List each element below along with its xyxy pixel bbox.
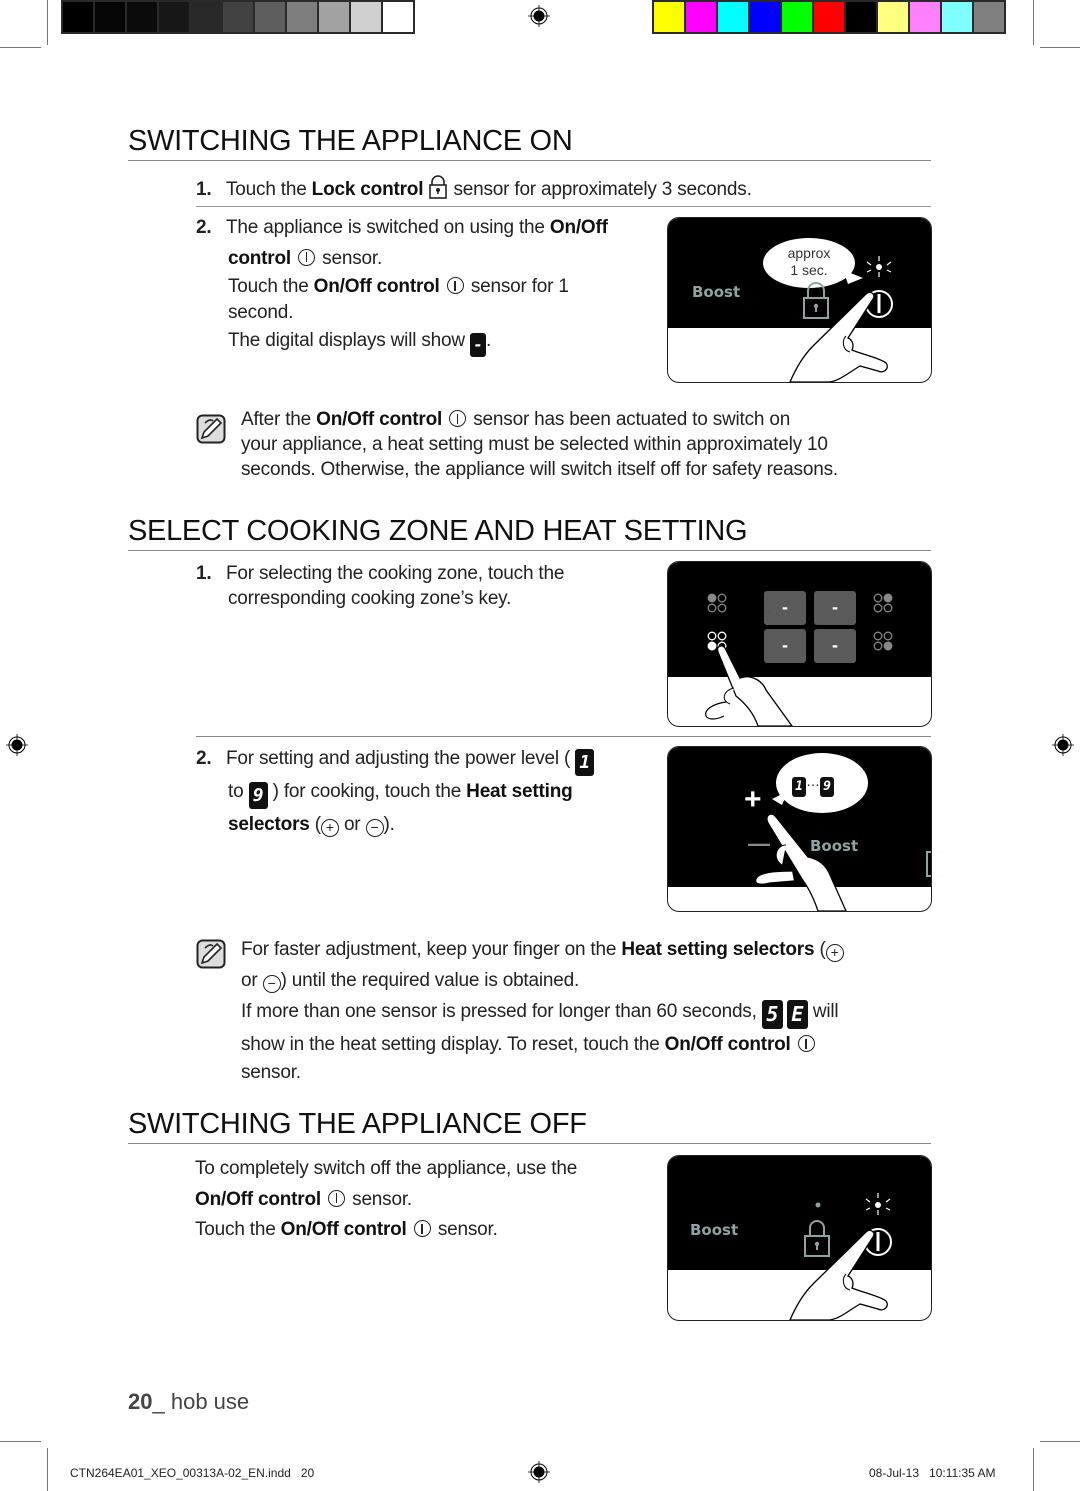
grayscale-swatch: [319, 2, 349, 32]
step-2-onoff: 2. The appliance is switched on using the…: [196, 213, 656, 357]
hand-touch-power-icon: [789, 256, 893, 382]
lock-icon: [429, 175, 448, 199]
power-icon: [449, 410, 467, 427]
grayscale-color-bar: [61, 0, 415, 34]
print-timestamp: 08-Jul-13 10:11:35 AM: [869, 1466, 996, 1480]
step-number: 1.: [196, 179, 212, 200]
note-timeout: After the On/Off control sensor has been…: [241, 409, 838, 480]
registration-mark-icon: [528, 1461, 550, 1483]
error-display-e: E: [786, 1000, 808, 1029]
section-title-select-zone: SELECT COOKING ZONE AND HEAT SETTING: [128, 514, 931, 551]
process-color-swatch: [686, 2, 716, 32]
error-display-s: 5: [761, 1000, 783, 1029]
minus-icon: −: [365, 819, 384, 837]
step-2-power-level: 2. For setting and adjusting the power le…: [196, 743, 636, 840]
minus-icon: −: [262, 975, 281, 993]
grayscale-swatch: [351, 2, 381, 32]
crop-mark: [0, 1441, 41, 1442]
grayscale-swatch: [191, 2, 221, 32]
section-title-switch-on: SWITCHING THE APPLIANCE ON: [128, 124, 931, 161]
page-number: 20: [128, 1389, 153, 1414]
process-color-swatch: [654, 2, 684, 32]
note-icon: [196, 414, 226, 444]
grayscale-swatch: [127, 2, 157, 32]
registration-mark-icon: [6, 734, 28, 756]
illustration-switch-off: Boost: [667, 1155, 932, 1321]
grayscale-swatch: [95, 2, 125, 32]
power-icon: [413, 1220, 431, 1237]
note-faster-adjustment: For faster adjustment, keep your finger …: [241, 934, 931, 1086]
process-color-bar: [652, 0, 1006, 34]
digital-display-dash: -: [469, 333, 486, 357]
process-color-swatch: [750, 2, 780, 32]
power-icon: [328, 1189, 346, 1207]
file-slug: CTN264EA01_XEO_00313A-02_EN.indd 20: [70, 1466, 315, 1480]
divider: [196, 206, 931, 207]
cooking-zone-key-icon: [707, 593, 727, 613]
cooking-zone-key-icon: [873, 631, 893, 651]
plus-icon: +: [320, 819, 339, 837]
illustration-heat-setting: 1… 9 + — Boost: [667, 746, 932, 912]
registration-mark-icon: [1052, 734, 1074, 756]
step-1-zone: 1. For selecting the cooking zone, touch …: [196, 563, 565, 609]
hand-touch-zone-icon: [705, 593, 893, 726]
power-icon: [797, 1035, 815, 1052]
process-color-swatch: [942, 2, 972, 32]
divider: [196, 736, 931, 737]
crop-mark: [1033, 0, 1034, 45]
section-title-switch-off: SWITCHING THE APPLIANCE OFF: [128, 1107, 931, 1144]
illustration-switch-on: Boost approx 1 sec.: [667, 217, 932, 383]
power-icon: [446, 277, 464, 294]
grayscale-swatch: [255, 2, 285, 32]
digital-display-1: 1: [575, 749, 595, 776]
process-color-swatch: [878, 2, 908, 32]
process-color-swatch: [782, 2, 812, 32]
illustration-zone-select: ----: [667, 561, 932, 727]
digital-display-9: 9: [248, 782, 268, 809]
page-section: hob use: [170, 1389, 250, 1414]
crop-mark: [47, 0, 48, 45]
crop-mark: [0, 47, 41, 48]
grayscale-swatch: [63, 2, 93, 32]
grayscale-swatch: [159, 2, 189, 32]
process-color-swatch: [846, 2, 876, 32]
process-color-swatch: [974, 2, 1004, 32]
crop-mark: [1040, 1441, 1080, 1442]
plus-icon: +: [825, 944, 844, 962]
process-color-swatch: [718, 2, 748, 32]
note-icon: [196, 939, 226, 969]
grayscale-swatch: [383, 2, 413, 32]
crop-mark: [1040, 47, 1080, 48]
cooking-zone-key-icon: [873, 593, 893, 613]
crop-mark: [1033, 1448, 1034, 1491]
grayscale-swatch: [223, 2, 253, 32]
process-color-swatch: [910, 2, 940, 32]
switch-off-instructions: To completely switch off the appliance, …: [195, 1158, 578, 1240]
step-1-lock: 1. Touch the Lock control sensor for appr…: [196, 175, 752, 202]
crop-mark: [47, 1448, 48, 1491]
hand-touch-plus-icon: [755, 791, 847, 911]
hand-touch-power-icon: [789, 1193, 892, 1320]
process-color-swatch: [814, 2, 844, 32]
registration-mark-icon: [528, 5, 550, 27]
power-icon: [298, 248, 316, 266]
grayscale-swatch: [287, 2, 317, 32]
page-footer: 20_ hob use: [128, 1389, 250, 1414]
